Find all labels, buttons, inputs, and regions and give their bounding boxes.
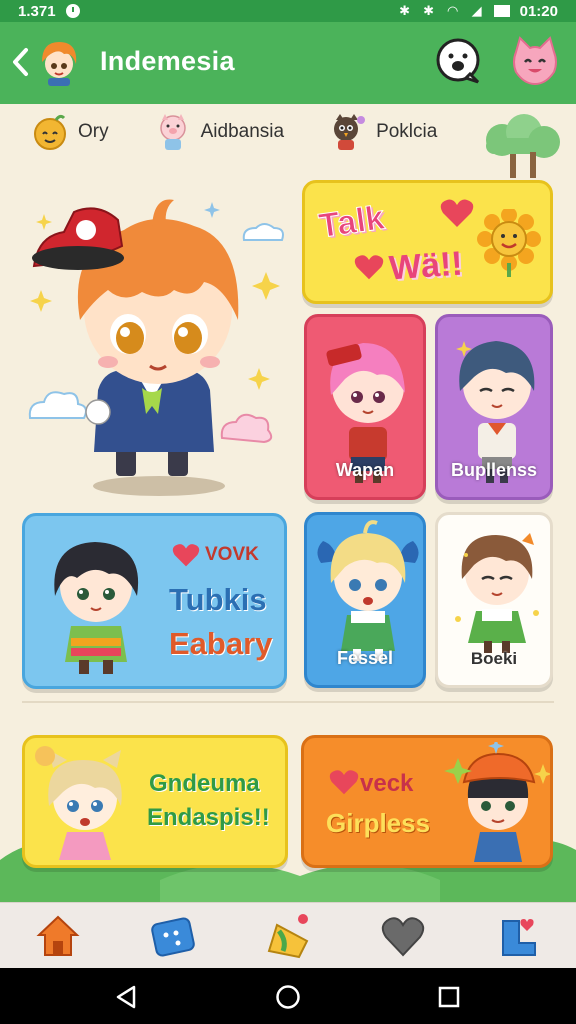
section-divider bbox=[22, 701, 554, 703]
profile-avatar-icon[interactable] bbox=[34, 36, 84, 86]
status-bar: 1.371 ✱ ✱ ◠ ◢ 01:20 bbox=[0, 0, 576, 22]
system-back-icon[interactable] bbox=[114, 984, 140, 1010]
boeki-label: Boeki bbox=[470, 649, 518, 668]
gndeuma-subtitle: Endaspis!! bbox=[147, 804, 270, 831]
system-home-icon[interactable] bbox=[275, 984, 301, 1010]
filter-label: Poklcia bbox=[376, 121, 438, 142]
girpless-card[interactable]: veck Girpless bbox=[301, 735, 553, 868]
tree-decoration-icon bbox=[486, 114, 560, 178]
talk-subtitle: Wä!! bbox=[387, 244, 464, 288]
app-title: Indemesia bbox=[100, 46, 235, 76]
bupllenss-card[interactable]: Bupllenss bbox=[435, 314, 553, 500]
sunflower-icon bbox=[477, 209, 541, 277]
filter-row: Ory Aidbansia Poklcia bbox=[30, 112, 481, 152]
bupllenss-label: Bupllenss bbox=[450, 460, 538, 480]
talk-card[interactable]: Talk Wä!! bbox=[302, 180, 553, 304]
system-recents-icon[interactable] bbox=[436, 984, 462, 1010]
heart-icon bbox=[354, 255, 384, 280]
featured-character-illustration[interactable] bbox=[24, 190, 294, 510]
bluetooth-icon: ✱ bbox=[399, 3, 411, 18]
tubkis-title: Tubkis bbox=[169, 582, 267, 617]
bird-character-icon bbox=[334, 114, 366, 150]
wapan-card[interactable]: Wapan bbox=[304, 314, 426, 500]
toy-icon[interactable] bbox=[263, 911, 313, 961]
home-icon[interactable] bbox=[33, 911, 83, 961]
boeki-card[interactable]: Boeki bbox=[435, 512, 553, 688]
heart-nav-icon[interactable] bbox=[378, 911, 428, 961]
orange-hat-character-icon bbox=[444, 742, 550, 862]
cat-face-icon[interactable] bbox=[510, 36, 560, 86]
cat-ear-character-icon bbox=[35, 746, 122, 860]
pig-character-icon bbox=[159, 114, 186, 150]
heart-icon bbox=[329, 770, 359, 795]
filter-chip-poklcia[interactable]: Poklcia bbox=[328, 112, 437, 152]
clock-icon bbox=[65, 4, 80, 18]
wifi-icon: ◠ bbox=[446, 3, 459, 18]
app-bar: Indemesia bbox=[0, 22, 576, 104]
bottom-navigation bbox=[0, 902, 576, 968]
dice-icon[interactable] bbox=[148, 911, 198, 961]
filter-chip-aidbansia[interactable]: Aidbansia bbox=[153, 112, 284, 152]
tubkis-tag: VOVK bbox=[205, 544, 259, 565]
system-navigation-bar bbox=[0, 968, 576, 1024]
battery-icon bbox=[493, 5, 510, 17]
boot-icon[interactable] bbox=[493, 911, 543, 961]
smiley-face-icon bbox=[34, 114, 66, 150]
status-icons: ✱ ✱ ◠ ◢ 01:20 bbox=[398, 3, 558, 20]
gndeuma-title: Gndeuma bbox=[149, 770, 260, 797]
filter-chip-ory[interactable]: Ory bbox=[30, 112, 109, 152]
signal-icon: ◢ bbox=[471, 3, 482, 18]
tubkis-card[interactable]: VOVK Tubkis Eabary bbox=[22, 513, 287, 689]
heart-icon bbox=[172, 544, 200, 567]
filter-label: Aidbansia bbox=[200, 121, 285, 142]
gndeuma-card[interactable]: Gndeuma Endaspis!! bbox=[22, 735, 288, 868]
wapan-label: Wapan bbox=[335, 460, 395, 480]
talk-title: Talk bbox=[316, 198, 387, 246]
fessel-card[interactable]: Fessel bbox=[304, 512, 426, 688]
status-time: 1.371 bbox=[18, 2, 56, 20]
status-clock-right: 01:20 bbox=[519, 2, 558, 20]
dark-hair-character-icon bbox=[54, 542, 139, 674]
heart-icon bbox=[440, 199, 474, 227]
back-arrow-icon[interactable] bbox=[10, 46, 32, 78]
filter-label: Ory bbox=[78, 121, 109, 142]
girpless-title: Girpless bbox=[326, 808, 431, 838]
chat-bubble-icon[interactable] bbox=[434, 36, 484, 86]
girpless-tag: veck bbox=[360, 770, 414, 797]
tubkis-subtitle: Eabary bbox=[169, 626, 273, 661]
fessel-label: Fessel bbox=[336, 648, 394, 668]
bluetooth-icon-2: ✱ bbox=[423, 3, 435, 18]
